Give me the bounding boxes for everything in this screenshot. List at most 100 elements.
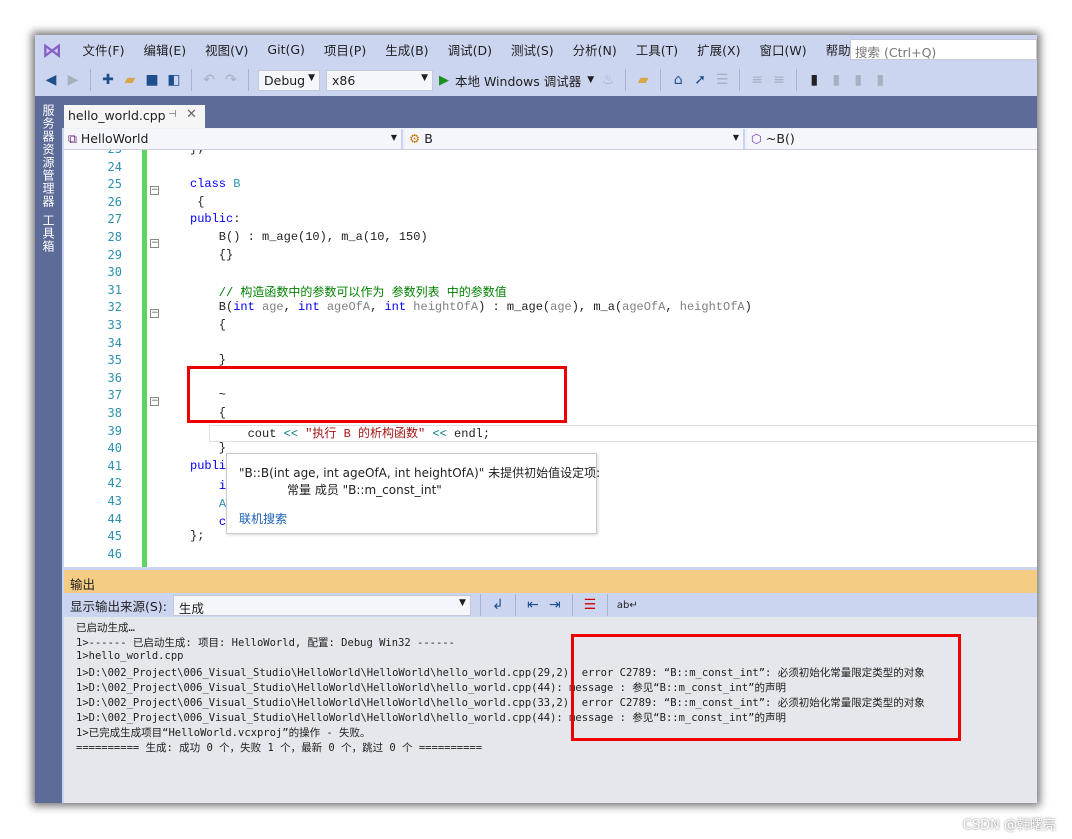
forward-icon[interactable]: ▶ (65, 72, 81, 88)
code-token: } (190, 441, 227, 456)
tab-title: hello_world.cpp (68, 108, 166, 123)
code-token: {} (190, 247, 234, 262)
separator (606, 594, 608, 616)
code-line: B(int age, int ageOfA, int heightOfA) : … (190, 300, 752, 314)
code-token: : (233, 212, 241, 227)
chevron-down-icon[interactable]: ▼ (587, 75, 594, 85)
separator (625, 69, 627, 91)
home-icon[interactable]: ⌂ (670, 72, 686, 88)
menu-edit[interactable]: 编辑(E) (134, 40, 196, 59)
word-wrap-icon[interactable]: ab↵ (617, 600, 638, 611)
open-folder-icon[interactable]: ▰ (122, 72, 138, 88)
indent-icon[interactable]: ☰ (714, 72, 730, 88)
menu-analyze[interactable]: 分析(N) (563, 40, 626, 59)
menu-test[interactable]: 测试(S) (501, 40, 563, 59)
line-number: 26 (107, 194, 122, 209)
find-message-icon[interactable]: ↲ (490, 597, 506, 613)
code-token: << (432, 426, 447, 441)
prev-bookmark-icon[interactable]: ▮ (828, 72, 844, 88)
cursor-icon[interactable]: ➚ (692, 72, 708, 88)
save-icon[interactable]: ■ (144, 72, 160, 88)
output-title: 输出 (70, 577, 96, 592)
line-number: 28 (107, 230, 122, 244)
platform-select[interactable]: x86 ▼ (326, 69, 433, 91)
line-number: 39 (107, 423, 122, 438)
error-tooltip: "B::B(int age, int ageOfA, int heightOfA… (226, 453, 600, 534)
new-item-icon[interactable]: ✚ (100, 72, 116, 88)
menu-tools[interactable]: 工具(T) (626, 40, 687, 59)
hot-reload-icon[interactable]: ♨ (600, 72, 616, 88)
menu-window[interactable]: 窗口(W) (750, 40, 816, 59)
menu-file[interactable]: 文件(F) (73, 40, 134, 59)
menu-build[interactable]: 生成(B) (376, 40, 438, 59)
close-icon[interactable]: ✕ (186, 107, 197, 122)
class-dropdown[interactable]: ⚙ B ▼ (405, 129, 745, 149)
side-panel-strip: 服务器资源管理器 工具箱 (35, 96, 62, 803)
comment-icon[interactable]: ≡ (749, 72, 765, 88)
collapse-icon[interactable]: − (150, 239, 159, 248)
line-number: 25 (107, 177, 122, 192)
project-dropdown[interactable]: ⧉ HelloWorld ▼ (64, 129, 403, 149)
code-editor[interactable]: 23};2425class B26 {27public:28 B() : m_a… (64, 150, 1037, 567)
search-input[interactable]: 搜索 (Ctrl+Q) (850, 39, 1037, 60)
code-line: } (190, 441, 226, 455)
bookmark-icon[interactable]: ▮ (806, 72, 822, 88)
output-panel-header: 输出 (64, 570, 1037, 593)
menu-project[interactable]: 项目(P) (314, 40, 375, 59)
code-token: age (550, 300, 572, 315)
code-token: ) : m_age( (478, 300, 551, 315)
chevron-down-icon: ▼ (732, 133, 739, 142)
clear-bookmarks-icon[interactable]: ▮ (872, 72, 888, 88)
navigation-bar: ⧉ HelloWorld ▼ ⚙ B ▼ ⬡ ~B() (64, 128, 1037, 150)
line-number: 38 (107, 406, 122, 420)
collapse-icon[interactable]: − (150, 309, 159, 318)
start-debugger-button[interactable]: 本地 Windows 调试器 (455, 71, 581, 90)
code-token: B (233, 177, 241, 192)
menu-view[interactable]: 视图(V) (196, 40, 258, 59)
code-token: ageOfA (319, 300, 371, 315)
line-number: 42 (107, 476, 122, 491)
collapse-icon[interactable]: − (150, 186, 159, 195)
redo-icon[interactable]: ↷ (223, 72, 239, 88)
menu-bar: ⋈ 文件(F) 编辑(E) 视图(V) Git(G) 项目(P) 生成(B) 调… (35, 35, 1037, 64)
member-value: ~B() (765, 131, 795, 146)
watermark: CSDN @韩曙亮 (962, 818, 1056, 833)
line-number: 32 (107, 300, 122, 315)
code-line: { (190, 195, 204, 209)
menu-git[interactable]: Git(G) (258, 42, 315, 57)
class-value: B (424, 131, 433, 146)
pin-icon[interactable]: ⊣ (168, 109, 177, 120)
next-message-icon[interactable]: ⇥ (547, 597, 563, 613)
play-icon[interactable]: ▶ (439, 73, 449, 88)
output-line: ========== 生成: 成功 0 个，失败 1 个，最新 0 个，跳过 0… (76, 742, 483, 754)
uncomment-icon[interactable]: ≡ (771, 72, 787, 88)
find-in-folder-icon[interactable]: ▰ (635, 72, 651, 88)
search-online-link[interactable]: 联机搜索 (239, 510, 287, 527)
member-dropdown[interactable]: ⬡ ~B() (747, 129, 1037, 149)
tab-hello-world-cpp[interactable]: hello_world.cpp ⊣ ✕ (64, 105, 205, 128)
menu-debug[interactable]: 调试(D) (438, 40, 501, 59)
code-line: { (190, 318, 226, 332)
save-all-icon[interactable]: ◧ (166, 72, 182, 88)
toolbox-tab[interactable]: 工具箱 (40, 214, 57, 253)
line-number: 23 (104, 150, 146, 156)
line-number: 45 (107, 529, 122, 544)
server-explorer-tab[interactable]: 服务器资源管理器 (40, 104, 57, 208)
undo-icon[interactable]: ↶ (201, 72, 217, 88)
chevron-down-icon: ▼ (308, 72, 315, 83)
menu-extensions[interactable]: 扩展(X) (688, 40, 750, 59)
line-number: 27 (107, 212, 122, 227)
output-line: 1>hello_world.cpp (76, 650, 184, 662)
collapse-icon[interactable]: − (150, 397, 159, 406)
next-bookmark-icon[interactable]: ▮ (850, 72, 866, 88)
output-line: 1>已完成生成项目“HelloWorld.vcxproj”的操作 - 失败。 (76, 727, 371, 739)
clear-all-icon[interactable]: ☰ (582, 597, 598, 613)
back-icon[interactable]: ◀ (43, 72, 59, 88)
output-text[interactable]: 已启动生成… 1>------ 已启动生成: 项目: HelloWorld, 配置… (64, 617, 1037, 803)
output-source-value: 生成 (178, 600, 204, 616)
code-token: int (233, 300, 255, 315)
code-token: , (283, 300, 299, 315)
configuration-select[interactable]: Debug ▼ (258, 69, 320, 91)
output-source-select[interactable]: 生成 ▼ (172, 594, 471, 616)
previous-message-icon[interactable]: ⇤ (525, 597, 541, 613)
